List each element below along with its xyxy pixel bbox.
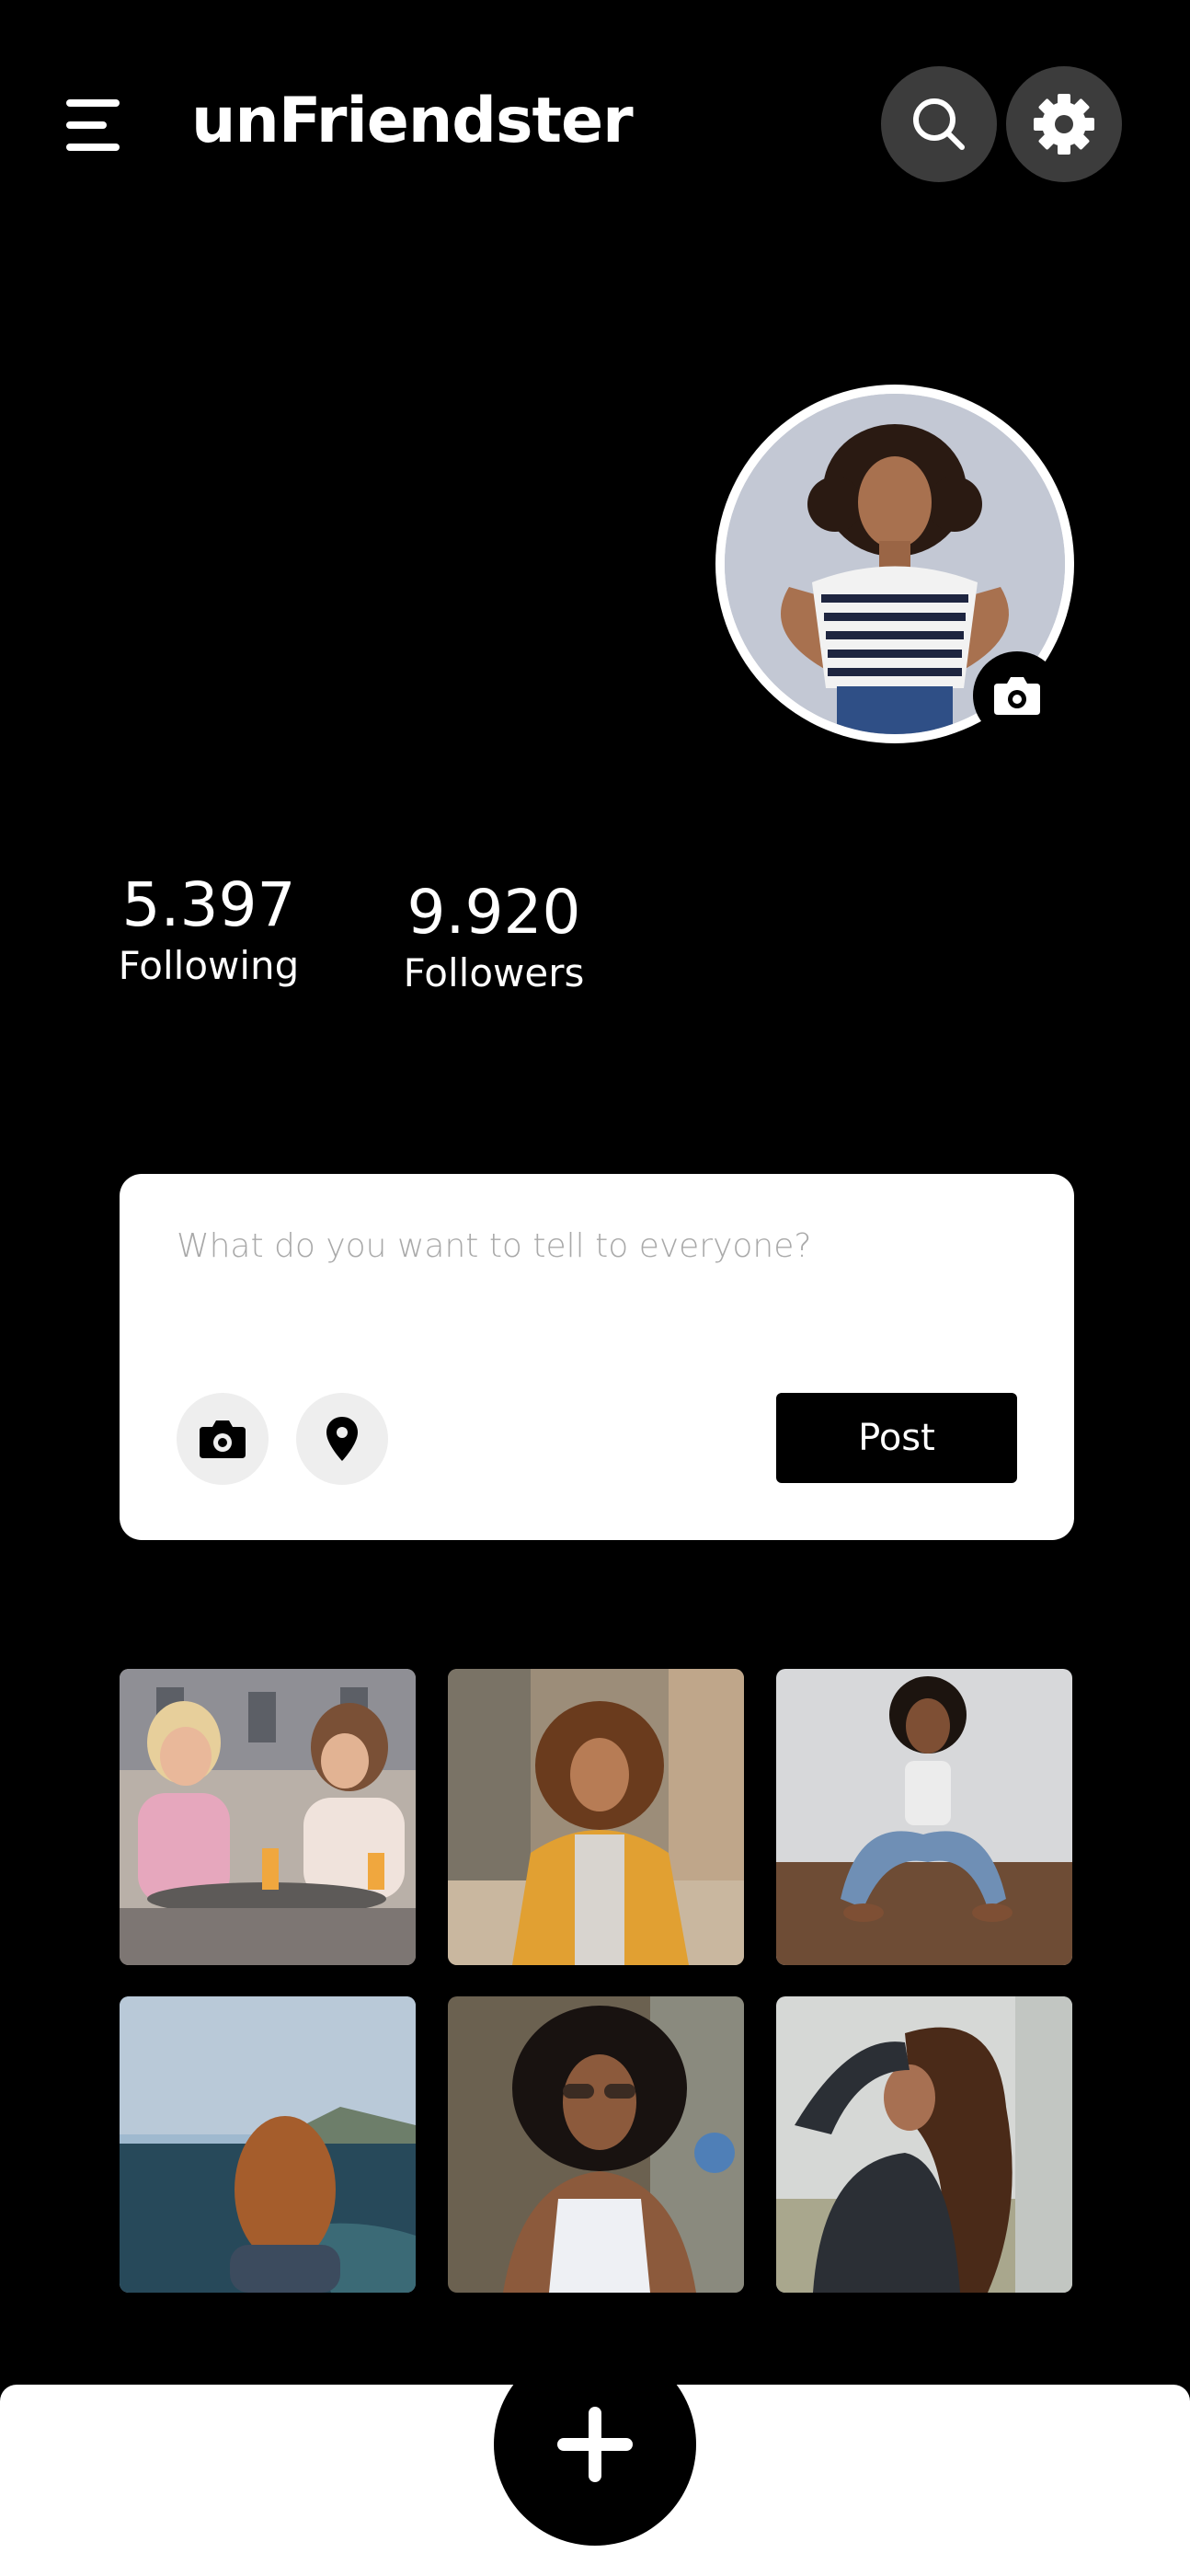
post-button[interactable]: Post bbox=[776, 1393, 1017, 1483]
photo-sunglasses[interactable] bbox=[448, 1996, 744, 2293]
photo-ocean-view[interactable] bbox=[120, 1996, 416, 2293]
followers-count: 9.920 bbox=[406, 877, 581, 948]
followers-label: Followers bbox=[403, 950, 585, 995]
photo-grid bbox=[120, 1669, 1072, 2293]
plus-icon bbox=[557, 2407, 633, 2482]
photo-friends-cafe[interactable] bbox=[120, 1669, 416, 1965]
gear-icon bbox=[1034, 94, 1094, 155]
camera-icon bbox=[994, 677, 1040, 715]
post-input[interactable] bbox=[177, 1218, 1004, 1273]
photo-leather-jacket[interactable] bbox=[776, 1996, 1072, 2293]
hamburger-menu-icon[interactable] bbox=[66, 99, 121, 151]
post-composer: Post bbox=[120, 1174, 1074, 1540]
add-post-button[interactable] bbox=[494, 2343, 696, 2546]
app-title: unFriendster bbox=[191, 85, 634, 157]
add-location-button[interactable] bbox=[296, 1393, 388, 1485]
location-pin-icon bbox=[326, 1417, 358, 1461]
following-stat[interactable]: 5.397 Following bbox=[112, 868, 305, 990]
profile-screen: unFriendster 5.397 Following 9.920 Follo… bbox=[0, 0, 1190, 2576]
photo-yellow-coat[interactable] bbox=[448, 1669, 744, 1965]
search-icon bbox=[913, 98, 965, 150]
followers-stat[interactable]: 9.920 Followers bbox=[392, 876, 596, 997]
settings-button[interactable] bbox=[1006, 66, 1122, 182]
following-count: 5.397 bbox=[121, 869, 296, 940]
photo-sitting-floor[interactable] bbox=[776, 1669, 1072, 1965]
change-avatar-button[interactable] bbox=[973, 651, 1061, 740]
add-photo-button[interactable] bbox=[177, 1393, 269, 1485]
following-label: Following bbox=[118, 943, 300, 988]
camera-icon bbox=[200, 1420, 246, 1458]
search-button[interactable] bbox=[881, 66, 997, 182]
